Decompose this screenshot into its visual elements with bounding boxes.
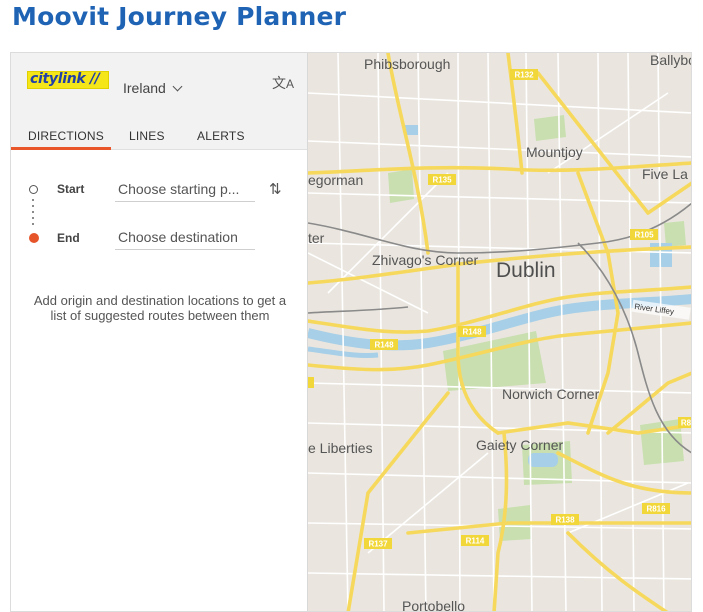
svg-text:R132: R132 [514,71,534,80]
svg-text:R816: R816 [646,505,666,514]
destination-input[interactable] [115,224,255,250]
map-view[interactable]: R132 R135 R105 R148 R148 R138 R816 R137 … [308,53,692,612]
region-label: Ireland [123,80,166,96]
journey-planner-widget: citylink // Ireland 文A DIRECTIONS LINES … [10,52,692,612]
end-marker-icon [29,233,39,243]
tab-alerts[interactable]: ALERTS [197,129,245,143]
svg-text:R137: R137 [368,540,388,549]
tab-directions[interactable]: DIRECTIONS [28,129,104,143]
route-dot [32,205,34,207]
start-marker-icon [29,185,38,194]
start-input[interactable] [115,176,255,202]
svg-text:R148: R148 [374,341,394,350]
svg-text:e Liberties: e Liberties [308,440,373,456]
svg-text:R138: R138 [555,516,575,525]
translate-icon[interactable]: 文A [272,73,294,93]
svg-text:Dublin: Dublin [496,259,556,282]
swap-icon[interactable]: ⇅ [269,180,282,198]
svg-text:Zhivago's Corner: Zhivago's Corner [372,252,479,268]
svg-text:Mountjoy: Mountjoy [526,144,583,160]
route-dot [32,199,34,201]
svg-text:R135: R135 [432,176,452,185]
svg-text:egorman: egorman [308,172,363,188]
svg-text:Phibsborough: Phibsborough [364,56,450,72]
street-map[interactable]: R132 R135 R105 R148 R148 R138 R816 R137 … [308,53,692,612]
svg-text:Five La: Five La [642,166,688,182]
active-tab-indicator [11,147,111,150]
route-dot [32,211,34,213]
end-label: End [57,231,80,245]
svg-text:R105: R105 [634,231,654,240]
route-dot [32,217,34,219]
empty-state-hint: Add origin and destination locations to … [33,293,287,323]
citylink-logo: citylink // [27,71,109,89]
svg-text:ter: ter [308,230,325,246]
svg-text:R114: R114 [466,537,485,546]
svg-text:Ballybo: Ballybo [650,53,692,68]
svg-text:Norwich Corner: Norwich Corner [502,386,600,402]
region-selector[interactable]: Ireland [123,80,183,96]
tab-lines[interactable]: LINES [129,129,165,143]
start-label: Start [57,182,85,196]
planner-panel: citylink // Ireland 文A DIRECTIONS LINES … [11,53,308,611]
svg-text:Portobello: Portobello [402,598,465,612]
svg-text:R148: R148 [462,328,482,337]
page-title: Moovit Journey Planner [12,2,347,31]
svg-text:R8: R8 [681,419,692,428]
route-dot [32,223,34,225]
panel-header: citylink // Ireland 文A DIRECTIONS LINES … [11,53,307,150]
chevron-down-icon [172,81,183,92]
svg-text:Gaiety Corner: Gaiety Corner [476,437,563,453]
